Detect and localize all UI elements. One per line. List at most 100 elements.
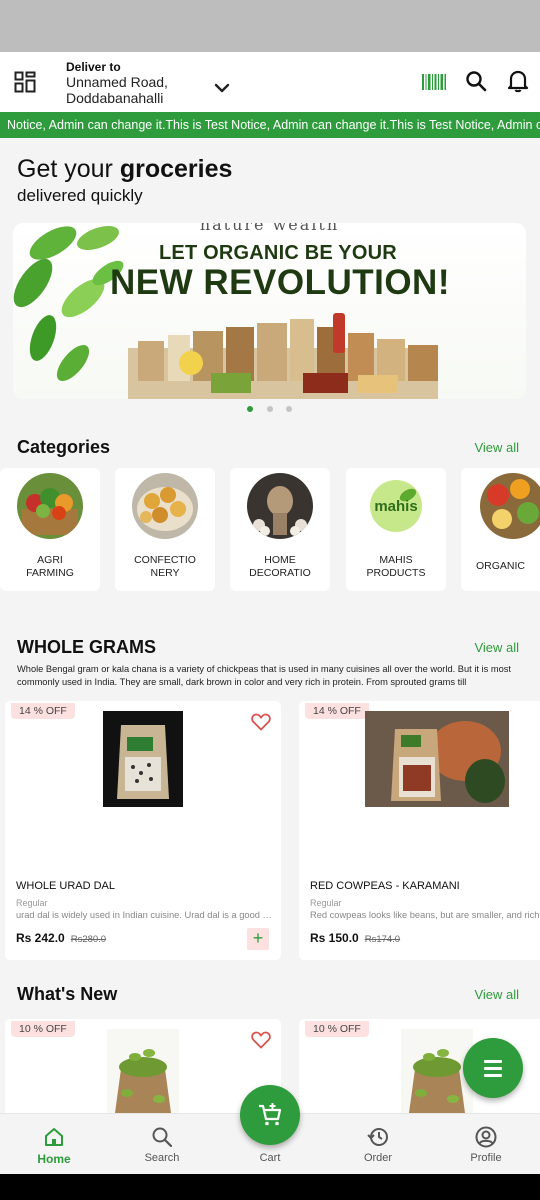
category-card[interactable]: CONFECTIO NERY xyxy=(115,468,215,591)
product-card[interactable]: 14 % OFF WHOLE URAD DAL Regular urad dal… xyxy=(5,701,281,960)
category-card[interactable]: HOME DECORATIO xyxy=(230,468,330,591)
category-label: HOME DECORATIO xyxy=(230,554,330,580)
agri-farming-image xyxy=(17,473,83,539)
hamburger-icon-line xyxy=(484,1074,502,1077)
nav-home[interactable]: Home xyxy=(0,1114,108,1175)
product-price: Rs 150.0 Rs174.0 xyxy=(310,931,400,945)
banner-headline-2: NEW REVOLUTION! xyxy=(110,263,450,302)
carousel-dot[interactable] xyxy=(267,406,273,412)
category-label: MAHIS PRODUCTS xyxy=(346,554,446,580)
price-current: Rs 150.0 xyxy=(310,931,359,945)
category-label-line: AGRI xyxy=(37,554,63,566)
hamburger-icon-line xyxy=(484,1067,502,1070)
promo-banner[interactable]: nature wealth LET ORGANIC BE YOUR NEW RE… xyxy=(13,223,526,399)
red-cowpeas-image xyxy=(365,711,509,807)
category-label-line: HOME xyxy=(264,554,296,566)
app-header: Deliver to Unnamed Road, Doddabanahalli xyxy=(0,52,540,112)
categories-view-all[interactable]: View all xyxy=(474,440,519,455)
urad-dal-image xyxy=(103,711,183,807)
category-label-line: CONFECTIO xyxy=(134,554,196,566)
nav-label: Cart xyxy=(259,1152,281,1164)
product-unit: Regular xyxy=(310,898,342,908)
discount-badge: 10 % OFF xyxy=(305,1021,369,1037)
product-description: Red cowpeas looks like beans, but are sm… xyxy=(310,910,540,920)
whole-grams-view-all[interactable]: View all xyxy=(474,640,519,655)
hero-title: Get your groceries xyxy=(17,154,232,184)
whole-grams-title: WHOLE GRAMS xyxy=(17,637,156,657)
add-to-cart-button[interactable]: + xyxy=(247,928,269,950)
confectionery-image xyxy=(132,473,198,539)
hero-title-plain: Get your xyxy=(17,155,120,183)
bell-icon[interactable] xyxy=(507,69,529,93)
category-label-line: ORGANIC xyxy=(475,560,525,572)
nav-label: Home xyxy=(37,1152,71,1166)
price-old: Rs280.0 xyxy=(70,934,107,945)
nav-label: Search xyxy=(144,1152,180,1164)
hero-title-bold: groceries xyxy=(119,155,233,183)
product-name: WHOLE URAD DAL xyxy=(16,880,116,892)
hero-subtitle: delivered quickly xyxy=(17,186,143,205)
categories-title: Categories xyxy=(17,437,111,457)
category-card[interactable]: AGRI FARMING xyxy=(0,468,100,591)
discount-badge: 10 % OFF xyxy=(11,1021,75,1037)
product-description: urad dal is widely used in Indian cuisin… xyxy=(16,910,272,920)
system-nav-bar xyxy=(0,1174,540,1200)
category-label-line: PRODUCTS xyxy=(366,567,426,579)
whats-new-title: What's New xyxy=(17,984,118,1004)
category-label: ORGANIC xyxy=(461,560,540,573)
whats-new-view-all[interactable]: View all xyxy=(474,987,519,1002)
price-current: Rs 242.0 xyxy=(16,931,65,945)
discount-badge: 14 % OFF xyxy=(305,703,369,719)
history-icon xyxy=(367,1128,388,1146)
nav-label: Order xyxy=(363,1152,393,1164)
category-label-line: DECORATIO xyxy=(249,567,311,579)
deliver-to-label: Deliver to xyxy=(66,60,121,74)
search-icon xyxy=(152,1127,173,1148)
nav-search[interactable]: Search xyxy=(108,1114,216,1175)
search-icon[interactable] xyxy=(465,70,487,92)
category-card[interactable]: mahis MAHIS PRODUCTS xyxy=(346,468,446,591)
cart-fab-button[interactable] xyxy=(240,1085,300,1145)
price-old: Rs174.0 xyxy=(364,934,401,945)
menu-fab-button[interactable] xyxy=(463,1038,523,1098)
home-icon xyxy=(45,1128,63,1146)
cart-icon xyxy=(259,1103,282,1126)
organic-image xyxy=(480,473,540,539)
discount-badge: 14 % OFF xyxy=(11,703,75,719)
nav-order[interactable]: Order xyxy=(324,1114,432,1175)
whole-grams-description: Whole Bengal gram or kala chana is a var… xyxy=(17,664,511,687)
chevron-down-icon[interactable] xyxy=(212,80,232,96)
nav-profile[interactable]: Profile xyxy=(432,1114,540,1175)
address-line-2: Doddabanahalli xyxy=(66,90,164,106)
heart-icon[interactable] xyxy=(251,1031,271,1049)
banner-brand: nature wealth xyxy=(199,223,340,234)
category-card[interactable]: ORGANIC xyxy=(461,468,540,591)
status-bar xyxy=(0,0,540,52)
category-label-line: NERY xyxy=(150,567,180,579)
delivery-address[interactable]: Deliver to Unnamed Road, Doddabanahalli xyxy=(66,60,168,106)
category-label-line: FARMING xyxy=(26,567,74,579)
category-label: AGRI FARMING xyxy=(0,554,100,580)
banner-headline-1: LET ORGANIC BE YOUR xyxy=(159,242,397,264)
cardamom-image xyxy=(107,1029,179,1113)
product-card[interactable]: 10 % OFF xyxy=(5,1019,281,1119)
category-label-line: MAHIS xyxy=(379,554,413,566)
category-label: CONFECTIO NERY xyxy=(115,554,215,580)
nav-label: Profile xyxy=(470,1152,502,1164)
product-name: RED COWPEAS - KARAMANI xyxy=(310,880,460,892)
product-unit: Regular xyxy=(16,898,48,908)
product-card[interactable]: 14 % OFF RED COWPEAS - KARAMANI Regular … xyxy=(299,701,540,960)
address-line-1: Unnamed Road, xyxy=(66,74,168,90)
carousel-dot[interactable] xyxy=(247,406,253,412)
product-price: Rs 242.0 Rs280.0 xyxy=(16,931,106,945)
notice-ticker: Notice, Admin can change it.This is Test… xyxy=(0,112,540,138)
home-decoration-image xyxy=(247,473,313,539)
barcode-icon[interactable] xyxy=(422,74,446,90)
profile-icon xyxy=(475,1126,497,1148)
grid-menu-icon[interactable] xyxy=(14,71,36,93)
mahis-logo-text: mahis xyxy=(374,498,417,515)
carousel-dot[interactable] xyxy=(286,406,292,412)
heart-icon[interactable] xyxy=(251,713,271,731)
hamburger-icon xyxy=(484,1060,502,1063)
mahis-logo-image: mahis xyxy=(363,473,429,539)
